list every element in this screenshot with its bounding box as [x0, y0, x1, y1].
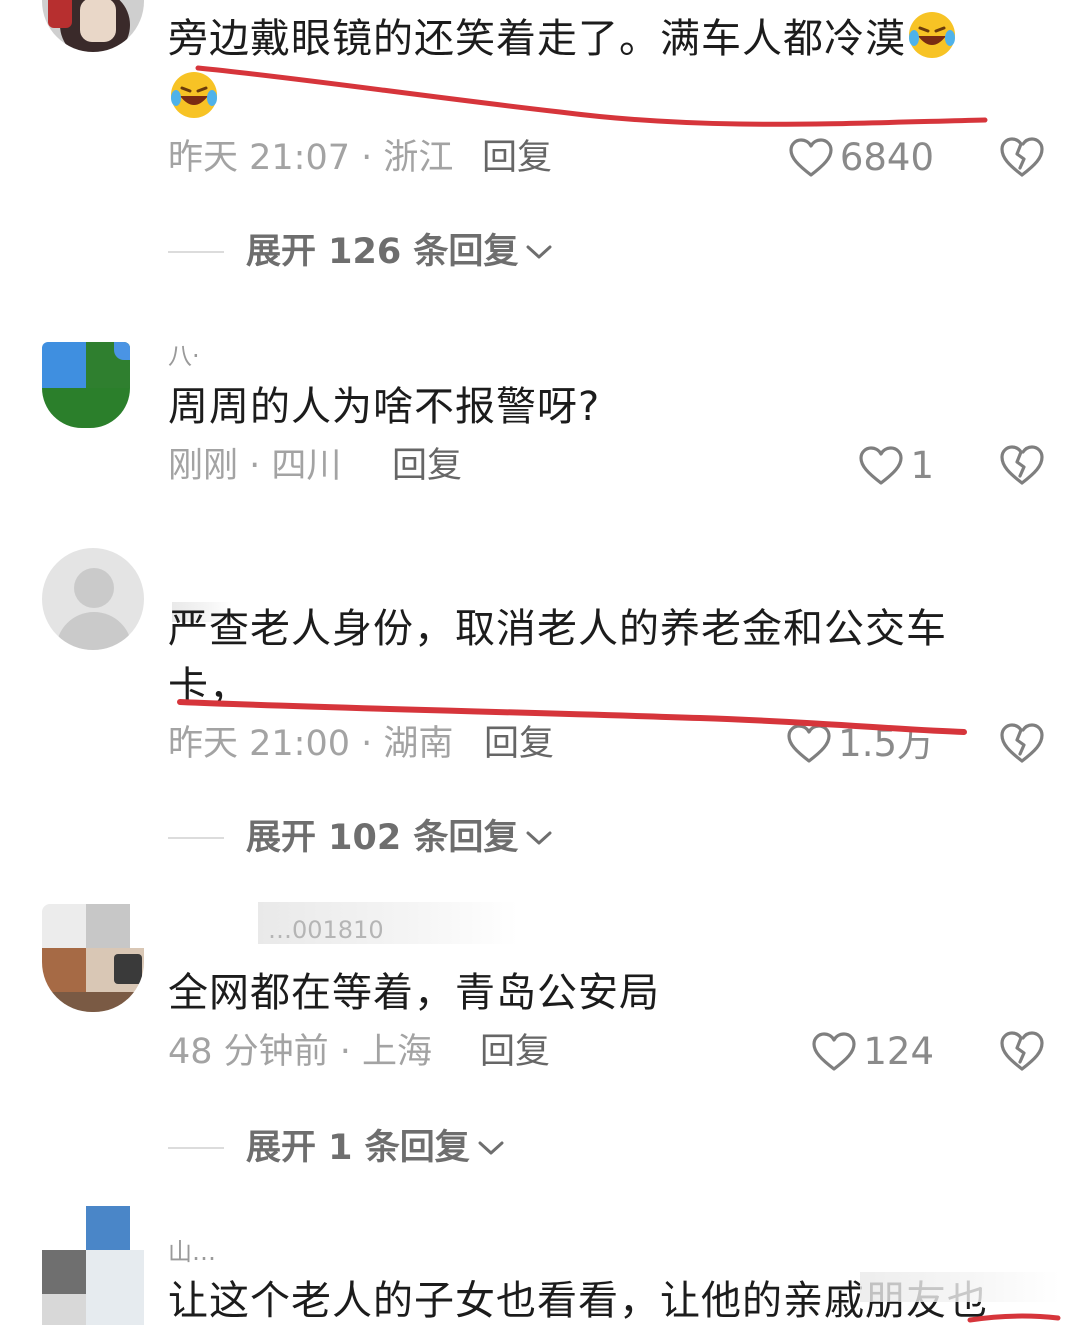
heart-icon: [859, 446, 904, 485]
avatar[interactable]: [42, 548, 144, 650]
comment-text: 旁边戴眼镜的还笑着走了。满车人都冷漠: [168, 8, 998, 128]
comment-meta: 昨天 21:07 · 浙江: [168, 138, 454, 178]
expand-replies-button[interactable]: 展开 126 条回复: [168, 230, 554, 274]
broken-heart-icon[interactable]: [998, 442, 1046, 488]
expand-replies-button[interactable]: 展开 102 条回复: [168, 816, 554, 860]
like-count: 1.5万: [838, 722, 934, 765]
chevron-down-icon: [526, 831, 552, 845]
comment-text: 全网都在等着，青岛公安局: [168, 970, 660, 1016]
comment-meta: 昨天 21:00 · 湖南: [168, 724, 454, 764]
broken-heart-icon[interactable]: [998, 1028, 1046, 1074]
chevron-down-icon: [526, 245, 552, 259]
avatar[interactable]: [42, 0, 144, 52]
avatar[interactable]: [42, 904, 144, 1012]
comment-text: 严查老人身份，取消老人的养老金和公交车卡，: [168, 606, 947, 710]
watermark: [860, 1272, 1060, 1302]
reply-button[interactable]: 回复: [484, 722, 554, 766]
like-button[interactable]: 1.5万: [786, 722, 934, 766]
broken-heart-icon[interactable]: [998, 720, 1046, 766]
expand-replies-button[interactable]: 展开 1 条回复: [168, 1126, 506, 1170]
laughing-emoji-icon: [171, 72, 217, 118]
like-button[interactable]: 124: [811, 1030, 934, 1074]
like-button[interactable]: 1: [858, 444, 934, 488]
username[interactable]: 八·: [168, 342, 200, 370]
reply-button[interactable]: 回复: [482, 136, 552, 180]
laughing-emoji-icon: [909, 12, 955, 58]
divider: [168, 251, 224, 253]
avatar[interactable]: [42, 342, 130, 428]
reply-button[interactable]: 回复: [480, 1030, 550, 1074]
reply-button[interactable]: 回复: [392, 444, 462, 488]
like-button[interactable]: 6840: [788, 136, 934, 180]
divider: [168, 1147, 224, 1149]
comment-meta: 刚刚 · 四川: [168, 446, 342, 486]
username[interactable]: 山…: [168, 1238, 216, 1266]
like-count: 124: [863, 1030, 934, 1073]
like-count: 6840: [839, 136, 934, 179]
username[interactable]: …001810: [268, 916, 384, 944]
heart-icon: [812, 1032, 856, 1071]
comment-text: 周周的人为啥不报警呀?: [168, 384, 601, 430]
avatar[interactable]: [42, 1206, 144, 1325]
comment-meta: 48 分钟前 · 上海: [168, 1032, 433, 1072]
heart-icon: [789, 138, 833, 177]
heart-icon: [787, 724, 831, 763]
divider: [168, 837, 224, 839]
like-count: 1: [910, 444, 934, 487]
chevron-down-icon: [478, 1141, 504, 1155]
broken-heart-icon[interactable]: [998, 134, 1046, 180]
